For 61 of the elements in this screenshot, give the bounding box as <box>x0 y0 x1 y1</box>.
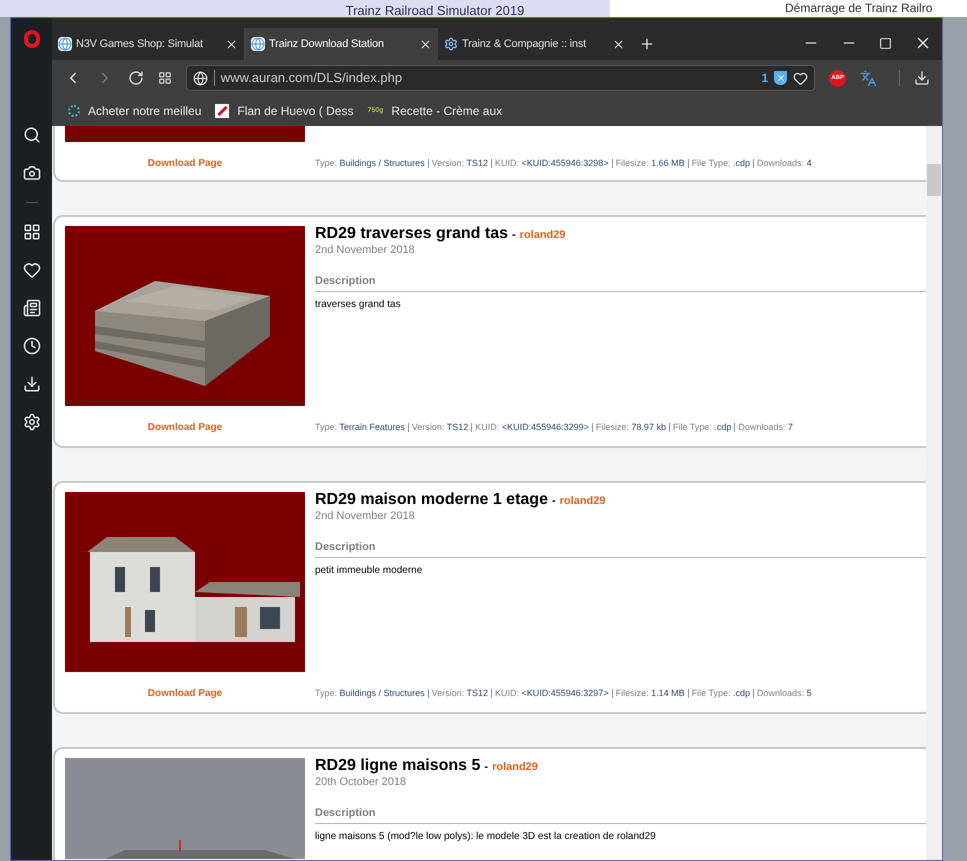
maximize-icon[interactable] <box>879 36 892 50</box>
title-separator: - <box>552 494 556 509</box>
globe-icon <box>58 37 72 51</box>
globe-icon <box>192 70 208 86</box>
window-title: Démarrage de Trainz Railro <box>785 1 932 15</box>
close-tab-icon[interactable] <box>225 38 238 50</box>
title-separator: - <box>512 228 516 243</box>
download-icon[interactable] <box>914 70 930 86</box>
listing-date: 20th October 2018 <box>315 776 408 789</box>
author-link[interactable]: roland29 <box>520 227 566 244</box>
speed-dial-icon[interactable] <box>158 71 172 85</box>
close-tab-icon[interactable] <box>419 38 432 50</box>
gear-icon <box>444 37 458 51</box>
close-tab-icon[interactable] <box>612 38 625 50</box>
download-icon[interactable] <box>22 375 40 393</box>
tab-title: Trainz Download Station <box>269 36 385 52</box>
description-text: ligne maisons 5 (mod?le low polys): le modele 3D est la creation de roland29 <box>315 830 657 844</box>
listing-date: 2nd November 2018 <box>315 510 416 523</box>
globe-icon <box>251 37 265 51</box>
settings-icon[interactable] <box>22 413 40 431</box>
grid-icon[interactable] <box>22 223 40 241</box>
listing-title: RD29 ligne maisons 5 <box>315 756 480 776</box>
tab-title: N3V Games Shop: Simulat <box>76 36 204 52</box>
search-icon[interactable] <box>22 126 40 144</box>
dots-icon <box>68 105 80 117</box>
translate-icon[interactable] <box>860 70 878 86</box>
file-details: Type: Buildings / Structures Version: TS12 KUID: <KUID:455946:3297> Filesize: 1.14 MB File Type: .cdp Downloads: 5 <box>315 686 812 700</box>
url-text: www.auran.com/DLS/index.php <box>220 69 404 88</box>
heart-icon[interactable] <box>22 261 40 279</box>
description-heading: Description <box>315 805 926 824</box>
camera-icon[interactable] <box>22 164 40 182</box>
browser-tab[interactable]: Trainz Download Station <box>245 28 438 60</box>
window-title: Trainz Railroad Simulator 2019 <box>346 2 524 17</box>
description-text: traverses grand tas <box>315 298 402 312</box>
new-tab-icon[interactable] <box>639 36 655 52</box>
description-heading: Description <box>315 273 926 292</box>
bookmark-item[interactable]: Flan de Huevo ( Dess <box>215 102 354 120</box>
tab-title: Trainz & Compagnie :: inst <box>462 36 588 52</box>
reload-icon[interactable] <box>128 70 144 86</box>
listing-title: RD29 maison moderne 1 etage <box>315 490 548 510</box>
download-link[interactable]: Download Page <box>148 420 222 435</box>
download-link[interactable]: Download Page <box>148 686 222 701</box>
opera-logo[interactable] <box>24 30 40 48</box>
heart-icon[interactable] <box>793 70 808 86</box>
listing-date: 2nd November 2018 <box>315 244 416 257</box>
author-link[interactable]: roland29 <box>560 493 606 510</box>
address-field[interactable]: www.auran.com/DLS/index.php 1 <box>186 65 816 91</box>
bookmark-item[interactable]: Acheter notre meilleu <box>68 102 202 120</box>
description-heading: Description <box>315 539 926 558</box>
listing-title: RD29 traverses grand tas <box>315 224 508 244</box>
news-icon[interactable] <box>22 299 40 317</box>
blocked-count[interactable]: 1 <box>762 69 768 87</box>
shield-icon[interactable] <box>774 71 788 85</box>
scrollbar-thumb[interactable] <box>927 164 941 196</box>
title-separator: - <box>484 760 488 775</box>
clock-icon[interactable] <box>22 337 40 355</box>
download-link[interactable]: Download Page <box>148 156 222 171</box>
description-text: petit immeuble moderne <box>315 564 424 578</box>
author-link[interactable]: roland29 <box>492 759 538 776</box>
file-details: Type: Terrain Features Version: TS12 KUID: <KUID:455946:3299> Filesize: 78.97 kb File Type: .cdp Downloads: 7 <box>315 420 793 434</box>
file-details: Type: Buildings / Structures Version: TS12 KUID: <KUID:455946:3298> Filesize: 1.66 MB File Type: .cdp Downloads: 4 <box>315 156 812 170</box>
